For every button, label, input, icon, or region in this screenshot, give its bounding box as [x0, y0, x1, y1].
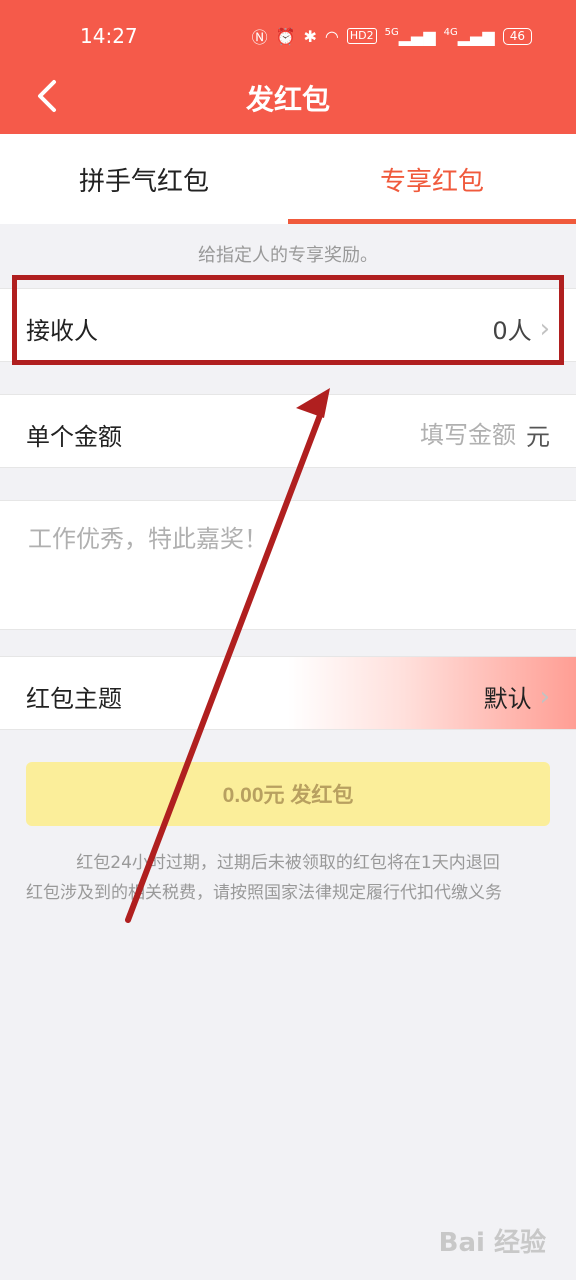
amount-input[interactable]	[394, 419, 518, 450]
theme-row[interactable]: 红包主题 默认 ›	[0, 656, 576, 730]
receiver-value-group: 0人 ›	[492, 311, 550, 346]
status-icons: Ⓝ ⏰ ✱ ◠ HD2 5G▂▄▆ 4G▂▄▆ 46	[252, 24, 532, 48]
notice-line-expiry: 红包24小时过期，过期后未被领取的红包将在1天内退回	[76, 853, 500, 873]
header-bar: 14:27 Ⓝ ⏰ ✱ ◠ HD2 5G▂▄▆ 4G▂▄▆ 46 发红包	[0, 0, 576, 134]
amount-value-group: 元	[394, 417, 550, 452]
hd-icon: HD2	[346, 28, 377, 44]
theme-label: 红包主题	[26, 685, 122, 713]
blessing-message-input[interactable]	[26, 517, 550, 621]
notice-text: 红包24小时过期，过期后未被领取的红包将在1天内退回 红包涉及到的相关税费，请按…	[26, 848, 550, 904]
nfc-icon: Ⓝ	[251, 28, 268, 47]
bluetooth-icon: ✱	[303, 26, 317, 46]
amount-row: 单个金额 元	[0, 394, 576, 468]
chevron-right-icon: ›	[539, 313, 550, 344]
receiver-count: 0人	[492, 317, 532, 345]
4g-label: 4G	[443, 26, 458, 38]
battery-icon: 46	[502, 27, 532, 45]
tab-exclusive-red-packet[interactable]: 专享红包	[288, 134, 576, 224]
watermark-logo: Bai 经验	[438, 1228, 546, 1258]
alarm-icon: ⏰	[275, 26, 296, 46]
wifi-icon: ◠	[324, 26, 339, 46]
5g-signal-icon: 5G▂▄▆	[384, 26, 436, 46]
tab-lucky-red-packet[interactable]: 拼手气红包	[0, 134, 288, 224]
send-red-packet-button[interactable]: 0.00元 发红包	[26, 762, 550, 826]
tab-bar: 拼手气红包 专享红包	[0, 134, 576, 224]
receiver-label: 接收人	[26, 317, 98, 345]
status-time: 14:27	[80, 24, 138, 48]
amount-unit: 元	[526, 423, 550, 451]
notice-line-tax: 红包涉及到的相关税费，请按照国家法律规定履行代扣代缴义务	[26, 883, 502, 903]
tab-hint: 给指定人的专享奖励。	[198, 245, 378, 266]
amount-label: 单个金额	[26, 423, 122, 451]
status-bar: 14:27 Ⓝ ⏰ ✱ ◠ HD2 5G▂▄▆ 4G▂▄▆ 46	[0, 0, 576, 70]
5g-label: 5G	[384, 26, 399, 38]
theme-value: 默认	[483, 685, 532, 713]
receiver-row[interactable]: 接收人 0人 ›	[0, 288, 576, 362]
page-title: 发红包	[245, 83, 330, 116]
chevron-right-icon: ›	[539, 681, 550, 712]
4g-signal-icon: 4G▂▄▆	[443, 26, 495, 46]
message-box	[0, 500, 576, 630]
theme-value-group: 默认 ›	[484, 679, 550, 714]
